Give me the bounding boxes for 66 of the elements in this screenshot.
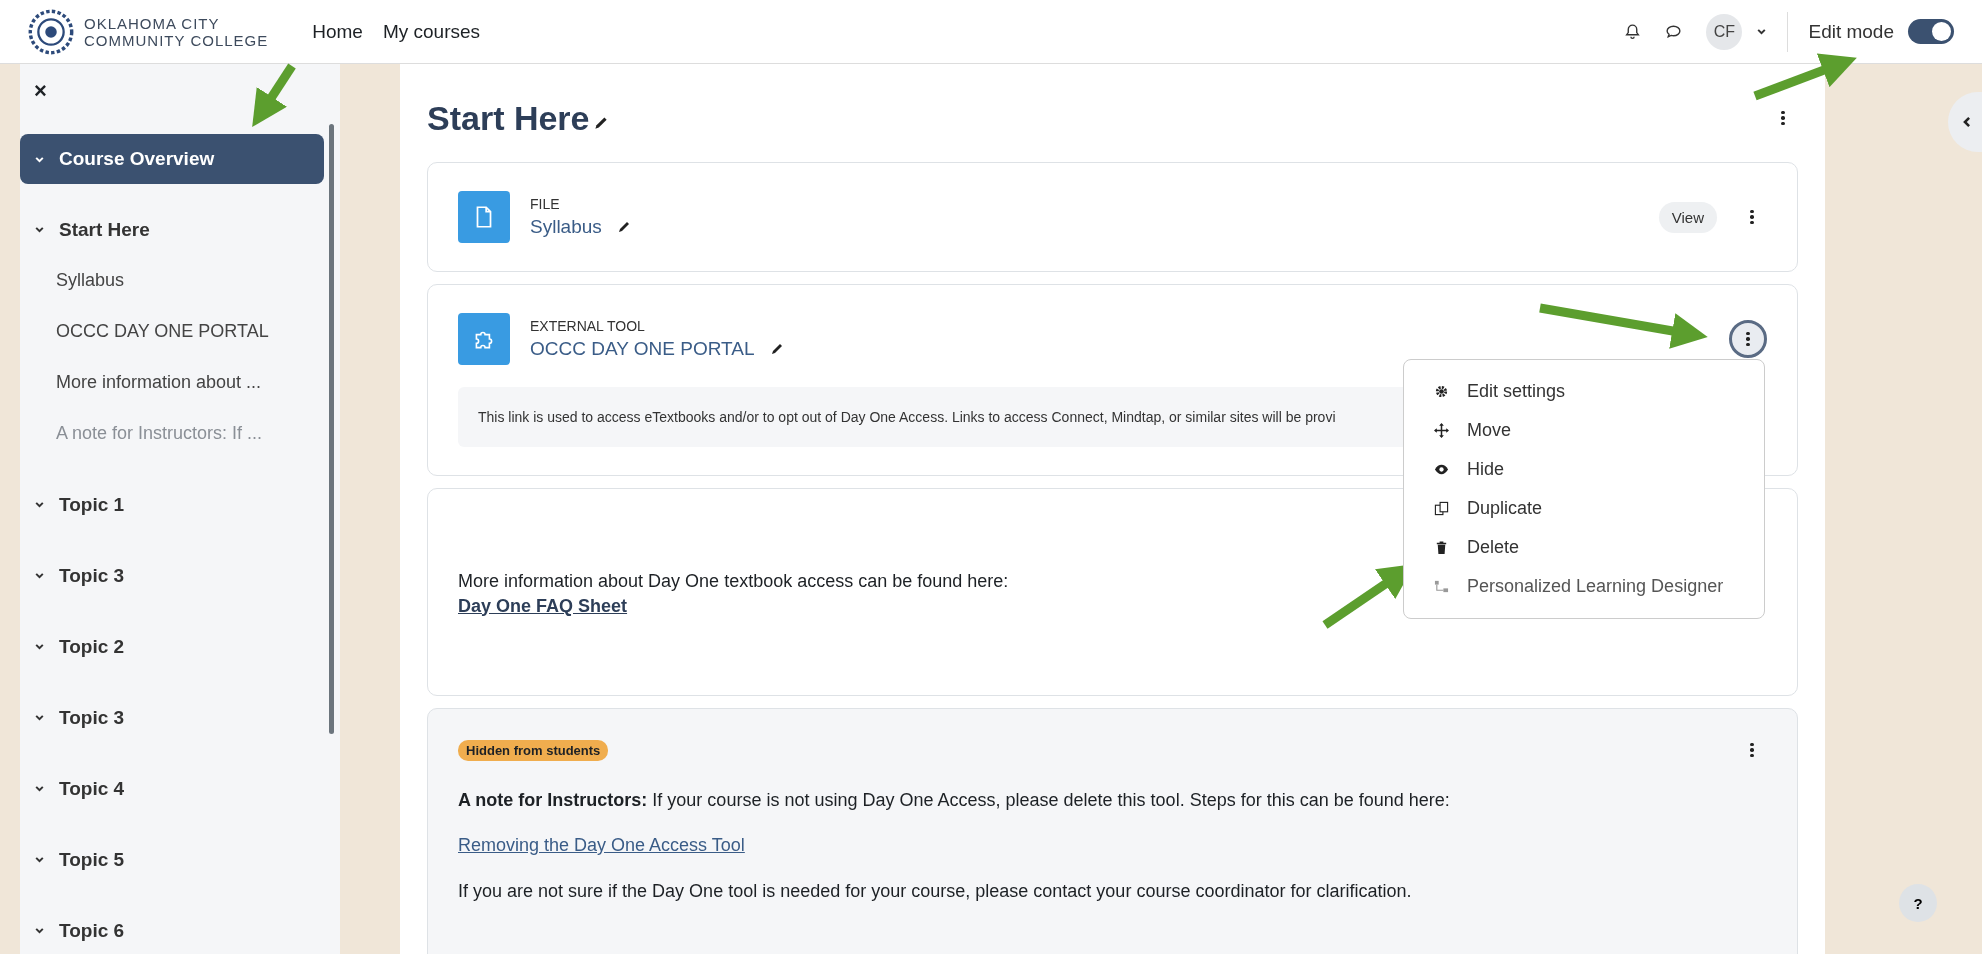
paragraph: More information about Day One textbook access can be found here: [458,569,1009,593]
logo-text: COMMUNITY COLLEGE [84,31,269,49]
activity-link[interactable]: Syllabus [20,255,324,306]
section-item[interactable]: Topic 3 [20,672,324,743]
trash-icon [1434,540,1449,555]
course-overview-label: Course Overview [59,148,215,170]
section-label: Topic 1 [59,493,125,516]
hidden-badge: Hidden from students [458,739,609,761]
section-label: Topic 2 [59,635,125,658]
section-item[interactable]: Topic 6 [20,885,324,954]
close-button[interactable]: × [20,78,324,134]
file-icon [458,191,510,243]
bell-icon[interactable] [1624,23,1642,40]
edit-mode-label: Edit mode [1808,20,1894,43]
paragraph: If you are not sure if the Day One tool is needed for your course, please contact your course coordinator for clarification. [458,880,1412,903]
paragraph: A note for Instructors: If your course is not using Day One Access, please delete this tool. Steps for this can be found here: [458,789,1450,812]
help-button[interactable]: ? [1899,884,1937,922]
section-label: Topic 4 [59,777,125,800]
section-label: Start Here [59,218,150,241]
menu-item-label: Personalized Learning Designer [1467,576,1724,597]
activity-type: FILE [530,196,561,212]
edit-mode-toggle[interactable] [1908,19,1954,44]
section-item[interactable]: Topic 4 [20,743,324,814]
nav-link[interactable]: Home [312,20,363,43]
instructions-link[interactable]: Removing the Day One Access Tool [458,835,745,856]
section-item[interactable]: Topic 2 [20,601,324,672]
logo-text: OKLAHOMA CITY [84,14,221,32]
faq-link[interactable]: Day One FAQ Sheet [458,595,628,617]
move-icon [1434,423,1449,438]
view-button[interactable]: View [1658,201,1717,233]
scrollbar[interactable] [329,124,334,734]
section-item[interactable]: Topic 5 [20,814,324,885]
menu-item-label: Edit settings [1467,381,1566,402]
college-logo-icon [28,8,74,55]
drawer-toggle[interactable] [1948,92,1982,152]
menu-item-label: Duplicate [1467,498,1543,519]
menu-item-label: Delete [1467,537,1520,558]
menu-item-label: Hide [1467,459,1505,480]
activity-link[interactable]: OCCC DAY ONE PORTAL [20,306,324,357]
section-title: Start Here [427,98,590,138]
activity-type: EXTERNAL TOOL [530,318,646,334]
puzzle-icon [458,313,510,365]
activity-link[interactable]: Syllabus [530,216,602,238]
section-item[interactable]: Topic 3 [20,530,324,601]
menu-item-label: Move [1467,420,1511,441]
annotation-arrow [252,63,296,128]
duplicate-icon [1434,501,1449,516]
gear-icon [1434,384,1449,399]
menu-item[interactable]: Delete [1404,528,1764,567]
course-overview-item[interactable]: Course Overview [20,134,324,184]
hierarchy-icon [1434,579,1449,594]
section-label: Topic 3 [59,564,125,587]
menu-item[interactable]: Hide [1404,450,1764,489]
chat-icon[interactable] [1665,23,1683,40]
eye-icon [1434,462,1449,477]
activity-link[interactable]: More information about ... [20,357,324,408]
user-avatar[interactable]: CF [1706,13,1743,50]
section-item[interactable]: Topic 1 [20,459,324,530]
section-label: Topic 3 [59,706,125,729]
section-item[interactable]: Start Here [20,184,324,255]
section-label: Topic 5 [59,848,125,871]
more-menu-button[interactable] [1729,320,1767,358]
menu-item[interactable]: Duplicate [1404,489,1764,528]
section-label: Topic 6 [59,919,125,942]
activity-link[interactable]: OCCC DAY ONE PORTAL [530,338,755,360]
nav-link[interactable]: My courses [382,20,481,43]
